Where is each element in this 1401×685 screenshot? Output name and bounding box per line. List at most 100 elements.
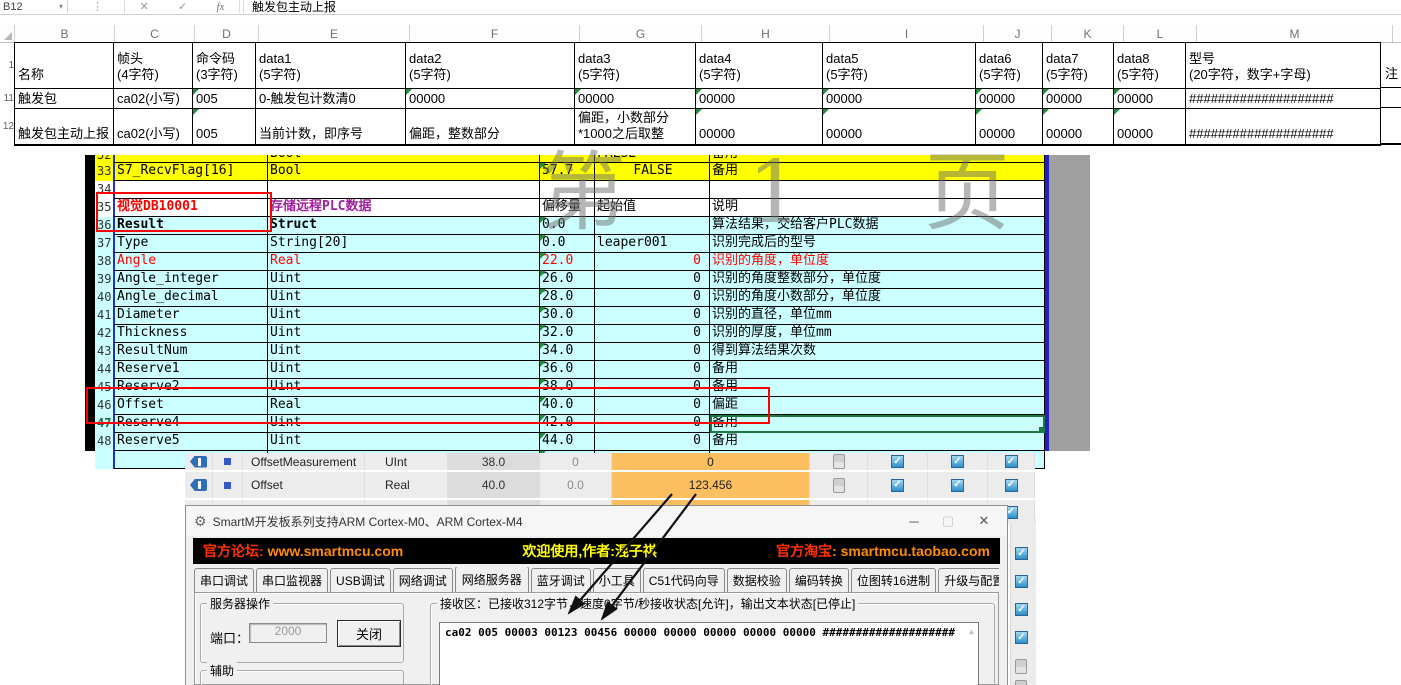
cell[interactable]: 00000 [696,89,823,109]
cell[interactable]: 005 [193,109,256,146]
cell[interactable]: data4 (5字符) [696,43,823,89]
cell[interactable]: 00000 [976,89,1043,109]
retain-toggle[interactable] [810,453,868,470]
cell[interactable]: 00000 [823,89,976,109]
cell[interactable] [1380,108,1401,145]
retain-toggle[interactable] [1015,680,1027,685]
formula-input[interactable]: 触发包主动上报 [252,0,336,13]
cell[interactable]: 偏距，整数部分 [406,109,575,146]
tab-small-tools[interactable]: 小工具 [593,568,641,592]
cell[interactable]: 005 [193,89,256,109]
writable-checkbox[interactable] [928,472,988,498]
tab-usb-debug[interactable]: USB调试 [330,568,391,592]
cell[interactable]: 00000 [1114,109,1186,146]
col-header-B[interactable]: B [15,25,115,42]
cell[interactable]: data3 (5字符) [575,43,696,89]
close-server-button[interactable]: 关闭 [337,620,401,647]
receive-textarea[interactable]: ca02 005 00003 00123 00456 00000 00000 0… [439,622,979,685]
cell[interactable]: 00000 [406,89,575,109]
maximize-button[interactable]: ▢ [931,506,965,536]
col-header-C[interactable]: C [115,25,195,42]
tab-bitmap-hex[interactable]: 位图转16进制 [851,568,936,592]
cell[interactable]: 触发包主动上报 [15,109,114,146]
tab-serial-debug[interactable]: 串口调试 [194,568,254,592]
forum-link[interactable]: 官方论坛: www.smartmcu.com [203,541,403,561]
chevron-down-icon[interactable]: ▾ [59,2,63,11]
cell[interactable]: 名称 [15,43,114,89]
cell[interactable]: data5 (5字符) [823,43,976,89]
visible-checkbox[interactable] [1015,575,1028,588]
cell: 存储远程PLC数据 [268,199,540,217]
tab-bluetooth-debug[interactable]: 蓝牙调试 [531,568,591,592]
window-titlebar[interactable]: ⚙ SmartM开发板系列支持ARM Cortex-M0、ARM Cortex-… [186,506,1007,536]
col-header-F[interactable]: F [410,25,580,42]
cell[interactable]: 型号 (20字符，数字+字母) [1186,43,1381,89]
taobao-link[interactable]: 官方淘宝: smartmcu.taobao.com [776,541,990,561]
visible-checkbox[interactable] [988,472,1035,498]
cell[interactable]: 00000 [575,89,696,109]
col-header-H[interactable]: H [702,25,830,42]
row-number: 37 [95,235,113,253]
row-header-11[interactable]: 11 [0,88,14,108]
close-icon[interactable]: ✕ [967,506,1001,536]
cell[interactable]: #################### [1186,89,1381,109]
accessible-checkbox[interactable] [868,453,928,470]
cell[interactable]: 偏距，小数部分 *1000之后取整 [575,109,696,146]
cell[interactable]: 00000 [1043,109,1114,146]
confirm-icon[interactable]: ✓ [178,0,187,13]
cell[interactable]: 触发包 [15,89,114,109]
cell[interactable]: 帧头 (4字符) [114,43,193,89]
col-header-M[interactable]: M [1197,25,1393,42]
cell[interactable]: data2 (5字符) [406,43,575,89]
cell[interactable]: 00000 [1043,89,1114,109]
tab-data-check[interactable]: 数据校验 [727,568,787,592]
visible-checkbox[interactable] [988,453,1035,470]
col-header-K[interactable]: K [1052,25,1124,42]
cell[interactable]: 0-触发包计数清0 [256,89,406,109]
tab-encode-convert[interactable]: 编码转换 [789,568,849,592]
cell[interactable]: 注 [1380,42,1401,88]
visible-checkbox[interactable] [1015,547,1028,560]
cell[interactable]: data8 (5字符) [1114,43,1186,89]
col-header-L[interactable]: L [1124,25,1197,42]
tab-c51-wizard[interactable]: C51代码向导 [643,568,725,592]
cell-name-box[interactable]: B12 ▾ [0,0,68,13]
col-header-E[interactable]: E [259,25,410,42]
retain-toggle[interactable] [1015,659,1027,674]
cell: 说明 [710,199,1045,217]
cell[interactable]: data6 (5字符) [976,43,1043,89]
cell[interactable] [1380,88,1401,108]
row-header-12[interactable]: 12 [0,108,14,145]
cell[interactable]: ca02(小写) [114,89,193,109]
accessible-checkbox[interactable] [868,472,928,498]
cancel-icon[interactable]: ✕ [140,0,149,13]
cell[interactable]: 00000 [823,109,976,146]
cell[interactable]: ca02(小写) [114,109,193,146]
writable-checkbox[interactable] [928,453,988,470]
col-header-D[interactable]: D [195,25,259,42]
col-header-J[interactable]: J [984,25,1052,42]
cell[interactable]: 当前计数，即序号 [256,109,406,146]
cell[interactable]: data7 (5字符) [1043,43,1114,89]
col-header-I[interactable]: I [830,25,984,42]
fx-icon[interactable]: fx [216,1,224,13]
cell[interactable]: 00000 [1114,89,1186,109]
minimize-button[interactable]: ─ [897,506,931,536]
visible-checkbox[interactable] [1015,631,1028,644]
cell[interactable]: 00000 [976,109,1043,146]
tab-upgrade-config[interactable]: 升级与配置 [938,568,999,592]
cell[interactable]: 00000 [696,109,823,146]
visible-checkbox[interactable] [1015,603,1028,616]
select-all-corner[interactable] [0,25,15,42]
tab-network-debug[interactable]: 网络调试 [393,568,453,592]
tab-network-server[interactable]: 网络服务器 [455,567,529,592]
cell[interactable]: data1 (5字符) [256,43,406,89]
tab-serial-monitor[interactable]: 串口监视器 [256,568,328,592]
scroll-up-icon[interactable]: ▲ [969,627,974,636]
cell[interactable]: #################### [1186,109,1381,146]
row-header-1[interactable]: 1 [0,42,14,88]
port-input[interactable]: 2000 [249,623,327,643]
col-header-G[interactable]: G [580,25,702,42]
cell[interactable]: 命令码 (3字符) [193,43,256,89]
retain-toggle[interactable] [810,472,868,498]
